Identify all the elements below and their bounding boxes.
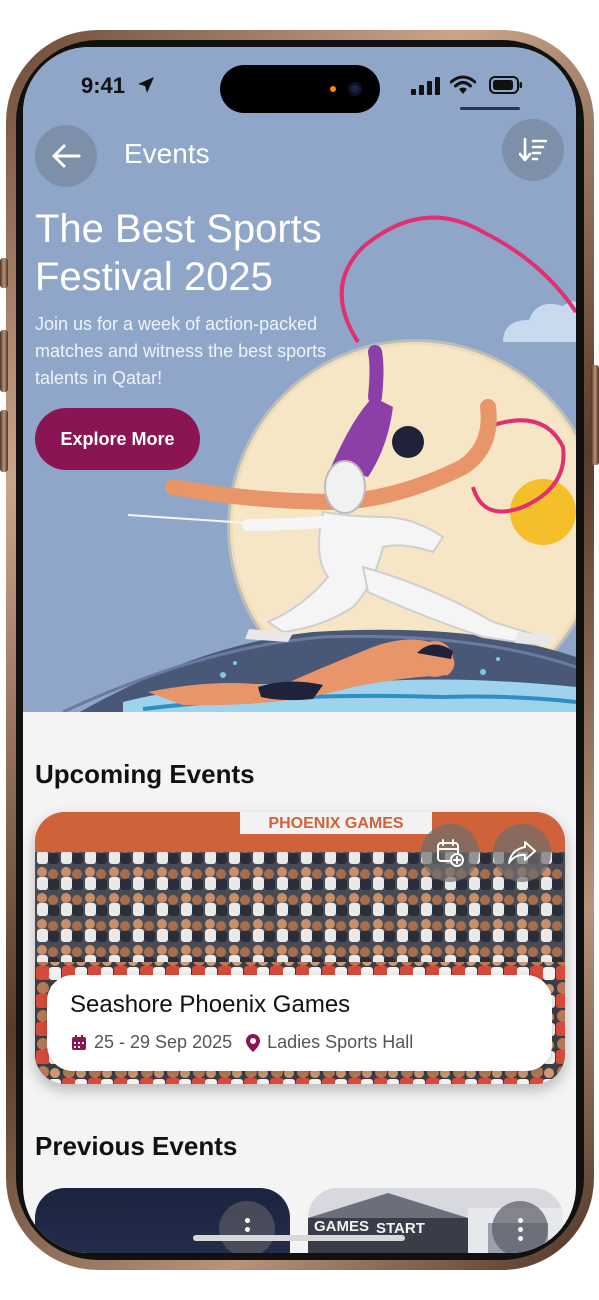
more-vertical-icon	[517, 1217, 523, 1223]
location-pin-icon	[246, 1033, 261, 1052]
event-location: Ladies Sports Hall	[267, 1032, 414, 1052]
camera-icon	[348, 82, 362, 96]
hero-banner: 9:41 Events The Best Sports Festival 202…	[23, 47, 576, 712]
previous-event-card[interactable]	[35, 1188, 290, 1253]
upcoming-events-heading: Upcoming Events	[35, 759, 255, 789]
event-info-card: Seashore Phoenix Games 25 - 29 Sep 2025	[47, 975, 552, 1071]
wifi-icon	[450, 75, 476, 94]
status-bar: 9:41	[23, 47, 576, 127]
event-dates: 25 - 29 Sep 2025	[94, 1032, 233, 1052]
side-button	[0, 410, 8, 472]
home-indicator[interactable]	[193, 1235, 405, 1241]
location-arrow-icon	[138, 77, 154, 93]
upcoming-event-card[interactable]: PHOENIX GAMES Seashore Phoenix Games 25 …	[35, 812, 565, 1084]
add-to-calendar-button[interactable]	[421, 824, 479, 882]
more-options-button[interactable]	[219, 1201, 275, 1253]
calendar-icon	[72, 1034, 86, 1050]
header-underline	[460, 107, 520, 110]
sort-icon	[519, 137, 547, 162]
explore-more-button[interactable]: Explore More	[35, 408, 200, 470]
status-time: 9:41	[81, 73, 126, 98]
cellular-signal-icon	[411, 77, 440, 95]
arrow-left-icon	[52, 144, 81, 168]
side-button	[591, 365, 599, 465]
previous-event-banner-text: GAMES	[314, 1218, 370, 1235]
battery-icon	[489, 76, 522, 94]
hero-subtitle: Join us for a week of action-packed matc…	[35, 314, 327, 388]
privacy-indicator	[330, 86, 336, 92]
dynamic-island	[220, 65, 380, 113]
more-vertical-icon	[244, 1217, 250, 1223]
calendar-add-icon	[437, 839, 464, 867]
share-button[interactable]	[493, 824, 551, 882]
previous-event-card[interactable]: GAMES START	[308, 1188, 563, 1253]
nav-bar: Events	[23, 119, 576, 189]
event-meta: 25 - 29 Sep 2025 Ladies Sports Hall	[71, 1032, 413, 1053]
more-options-button[interactable]	[492, 1201, 548, 1253]
event-banner-text: PHOENIX GAMES	[268, 815, 403, 832]
side-button	[0, 330, 8, 392]
hero-text: The Best Sports Festival 2025 Join us fo…	[35, 205, 365, 392]
app-screen: 9:41 Events The Best Sports Festival 202…	[23, 47, 576, 1253]
previous-events-heading: Previous Events	[35, 1131, 238, 1161]
event-name: Seashore Phoenix Games	[70, 991, 351, 1018]
side-button	[0, 258, 8, 288]
hero-title: The Best Sports Festival 2025	[35, 207, 322, 299]
back-button[interactable]	[35, 125, 97, 187]
page-title: Events	[124, 138, 210, 169]
sort-button[interactable]	[502, 119, 564, 181]
share-icon	[508, 841, 536, 864]
